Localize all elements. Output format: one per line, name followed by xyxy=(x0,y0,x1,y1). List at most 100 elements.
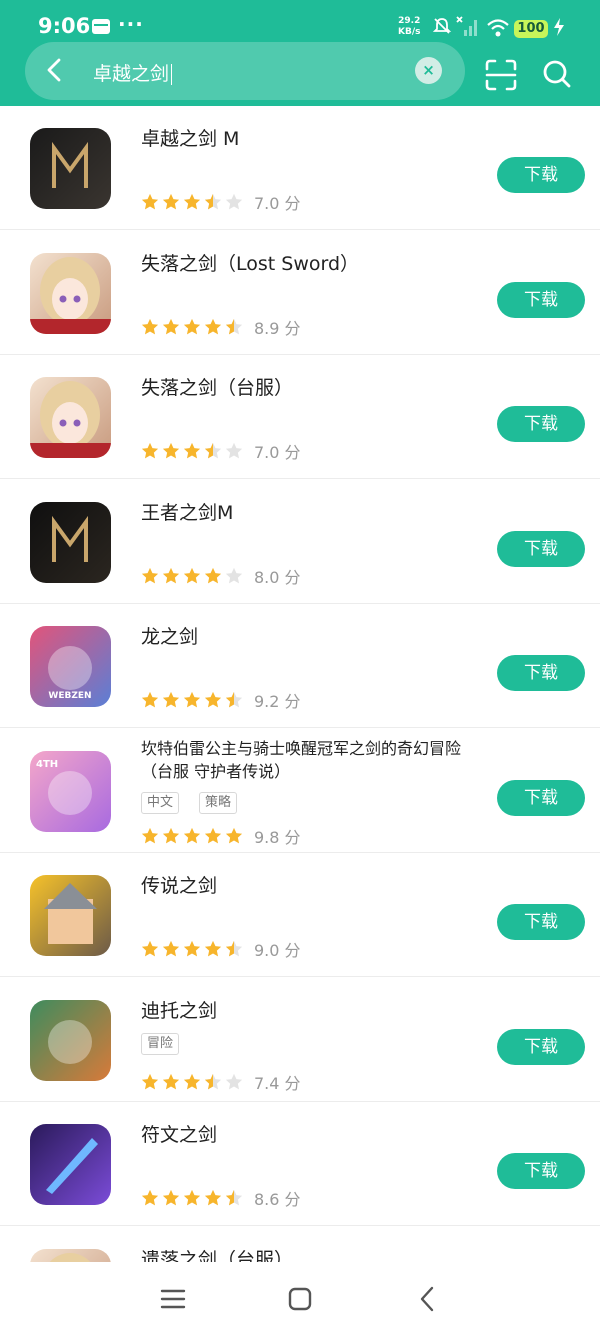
star-full-icon xyxy=(141,442,159,459)
download-button[interactable]: 下载 xyxy=(497,904,585,940)
grande-espada-icon[interactable] xyxy=(30,128,111,209)
star-empty-icon xyxy=(225,193,243,210)
search-box xyxy=(25,42,465,100)
app-list-item[interactable]: 迪托之剑 冒险 7.4 分 下载 xyxy=(0,978,600,1102)
app-list-item[interactable]: 失落之剑（Lost Sword） 8.9 分 下载 xyxy=(0,231,600,355)
star-empty-icon xyxy=(225,567,243,583)
app-tag: 策略 xyxy=(199,791,238,814)
recent-apps-icon[interactable] xyxy=(158,1284,188,1314)
app-list-item[interactable]: 传说之剑 9.0 分 下载 xyxy=(0,853,600,977)
app-name: 卓越之剑 M xyxy=(141,128,240,150)
rating-score: 8.6 分 xyxy=(254,1190,301,1209)
star-full-icon xyxy=(204,567,222,583)
legend-sword-icon[interactable] xyxy=(30,875,111,956)
download-button[interactable]: 下载 xyxy=(497,157,585,193)
rating-score: 8.0 分 xyxy=(254,567,301,587)
star-full-icon xyxy=(162,1073,180,1089)
star-rating: 9.8 分 xyxy=(141,824,301,847)
charging-icon xyxy=(554,18,564,36)
star-rating: 8.6 分 xyxy=(141,1186,301,1209)
star-full-icon xyxy=(162,827,180,843)
star-full-icon xyxy=(183,827,201,843)
star-rating: 7.4 分 xyxy=(141,1070,301,1093)
app-name: 符文之剑 xyxy=(141,1124,218,1146)
system-navigation-bar xyxy=(0,1262,600,1333)
rune-sword-icon[interactable] xyxy=(30,1124,111,1205)
search-input[interactable]: 卓越之剑 xyxy=(93,59,173,86)
app-name: 坎特伯雷公主与骑士唤醒冠军之剑的奇幻冒险（台服 守护者传说） xyxy=(141,738,462,781)
search-query: 卓越之剑 xyxy=(93,63,170,85)
app-list-item[interactable]: 失落之剑（台服） 7.0 分 下载 xyxy=(0,355,600,479)
app-name: 迪托之剑 xyxy=(141,999,218,1022)
rating-score: 9.2 分 xyxy=(254,692,301,711)
star-full-icon xyxy=(183,1073,201,1089)
rating-score: 9.8 分 xyxy=(254,827,301,847)
star-empty-icon xyxy=(225,1073,243,1089)
back-icon[interactable] xyxy=(40,55,70,85)
star-full-icon xyxy=(141,567,159,583)
star-full-icon xyxy=(204,827,222,843)
download-button[interactable]: 下载 xyxy=(497,1153,585,1189)
download-button[interactable]: 下载 xyxy=(497,530,585,567)
app-list-item[interactable]: 符文之剑 8.6 分 下载 xyxy=(0,1102,600,1226)
star-full-icon xyxy=(141,318,159,334)
lost-sword-tw-icon[interactable] xyxy=(30,377,111,458)
star-full-icon xyxy=(162,1189,180,1206)
network-speed-unit: KB/s xyxy=(398,27,421,37)
status-time: 9:06 xyxy=(38,14,91,38)
app-list-item[interactable]: 王者之剑M 8.0 分 下载 xyxy=(0,480,600,604)
search-icon[interactable] xyxy=(542,58,572,90)
star-half-icon xyxy=(225,1189,243,1206)
rating-score: 7.0 分 xyxy=(254,443,301,462)
star-full-icon xyxy=(183,940,201,957)
app-name: 王者之剑M xyxy=(141,501,234,524)
star-rating: 9.2 分 xyxy=(141,688,301,711)
download-button[interactable]: 下载 xyxy=(497,406,585,442)
more-notifications-icon: ··· xyxy=(118,12,144,36)
download-button[interactable]: 下载 xyxy=(497,779,585,816)
star-rating: 8.0 分 xyxy=(141,564,301,587)
mute-bell-icon xyxy=(432,18,452,34)
app-name: 失落之剑（台服） xyxy=(141,377,294,399)
king-sword-icon[interactable] xyxy=(30,501,111,583)
app-list-item[interactable]: WEBZEN 龙之剑 9.2 分 下载 xyxy=(0,604,600,728)
star-full-icon xyxy=(162,691,180,708)
app-list-item[interactable]: 4TH 坎特伯雷公主与骑士唤醒冠军之剑的奇幻冒险（台服 守护者传说） 中文 策略 9.8… xyxy=(0,729,600,853)
lost-sword-icon[interactable] xyxy=(30,252,111,334)
app-icon-label: WEBZEN xyxy=(48,691,91,701)
rating-score: 7.4 分 xyxy=(254,1073,301,1093)
ditto-sword-icon[interactable] xyxy=(30,999,111,1081)
guardian-tales-icon[interactable]: 4TH xyxy=(30,750,111,832)
app-name: 失落之剑（Lost Sword） xyxy=(141,252,360,275)
star-half-icon xyxy=(204,193,222,210)
download-button[interactable]: 下载 xyxy=(497,1028,585,1065)
star-empty-icon xyxy=(225,442,243,459)
star-full-icon xyxy=(204,940,222,957)
network-speed: 29.2 KB/s xyxy=(398,16,420,38)
star-full-icon xyxy=(183,442,201,459)
system-back-icon[interactable] xyxy=(413,1284,443,1314)
download-button[interactable]: 下载 xyxy=(497,655,585,691)
home-icon[interactable] xyxy=(285,1284,315,1314)
app-name: 龙之剑 xyxy=(141,626,199,648)
download-button[interactable]: 下载 xyxy=(497,281,585,318)
clear-search-button[interactable]: × xyxy=(415,57,442,84)
app-tags: 中文 策略 xyxy=(141,791,257,814)
star-half-icon xyxy=(225,318,243,334)
star-half-icon xyxy=(204,442,222,459)
star-full-icon xyxy=(183,193,201,210)
star-full-icon xyxy=(183,1189,201,1206)
app-list-item[interactable]: 卓越之剑 M 7.0 分 下载 xyxy=(0,106,600,230)
signal-no-sim-icon xyxy=(456,16,477,36)
top-bar: 9:06 ··· 29.2 KB/s 100 卓越之剑 × xyxy=(0,0,600,106)
rating-score: 7.0 分 xyxy=(254,194,301,213)
star-rating: 7.0 分 xyxy=(141,190,301,213)
scan-icon[interactable] xyxy=(484,58,518,92)
wifi-icon xyxy=(487,19,509,37)
star-full-icon xyxy=(183,691,201,708)
star-full-icon xyxy=(204,318,222,334)
star-full-icon xyxy=(162,940,180,957)
status-bar: 9:06 ··· 29.2 KB/s 100 xyxy=(0,0,600,44)
dragon-sword-icon[interactable]: WEBZEN xyxy=(30,626,111,707)
message-notification-icon xyxy=(92,19,110,34)
